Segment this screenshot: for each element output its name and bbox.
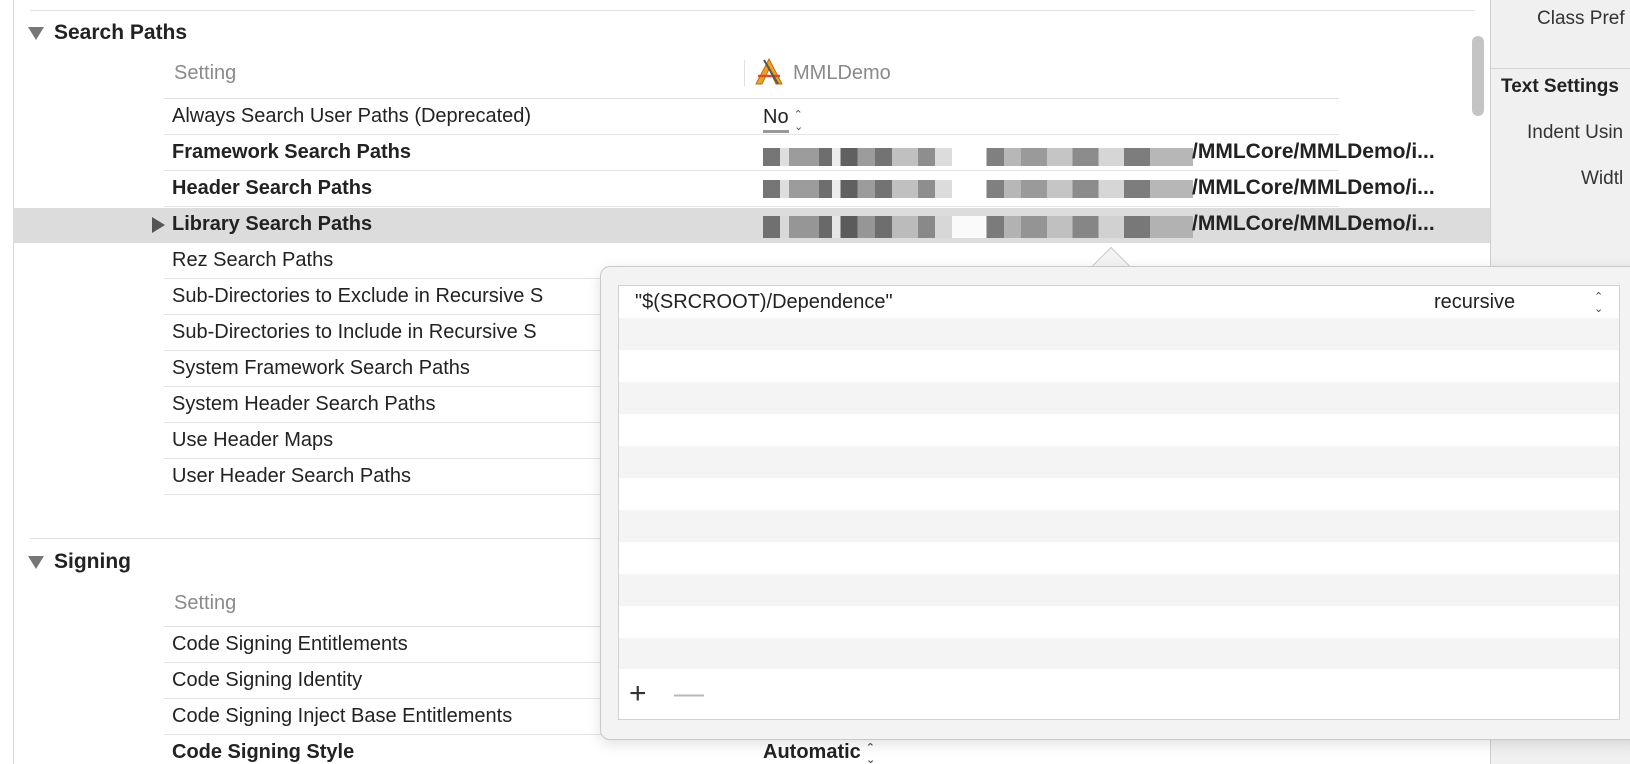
setting-name: Sub-Directories to Exclude in Recursive … (172, 285, 544, 307)
table-row (619, 382, 1619, 414)
popover-arrow (1089, 244, 1133, 268)
class-prefix-label: Class Pref (1537, 8, 1625, 29)
width-label: Widtl (1581, 168, 1624, 189)
remove-path-button[interactable]: — (674, 677, 704, 711)
row-separator (164, 134, 1339, 135)
setting-name: Code Signing Identity (172, 669, 363, 691)
library-search-paths-popover: "$(SRCROOT)/Dependence" recursive ⌃ ⌃ + — (600, 266, 1630, 740)
triangle-down-icon[interactable] (28, 555, 44, 569)
code-signing-style-popup[interactable]: Automatic ⌃ ⌃ (763, 741, 875, 764)
up-down-chevron-icon[interactable]: ⌃ ⌃ (1594, 292, 1603, 314)
setting-name: User Header Search Paths (172, 465, 412, 487)
framework-search-paths-value[interactable]: /MMLCore/MMLDemo/i... (1192, 140, 1435, 164)
setting-name: Sub-Directories to Include in Recursive … (172, 321, 537, 343)
library-search-paths-value[interactable]: /MMLCore/MMLDemo/i... (1192, 212, 1435, 236)
redacted-path-blur (763, 148, 1193, 166)
section-header-signing[interactable]: Signing (28, 550, 131, 574)
triangle-down-icon[interactable] (28, 26, 44, 40)
header-search-paths-value[interactable]: /MMLCore/MMLDemo/i... (1192, 176, 1435, 200)
column-header-setting[interactable]: Setting (174, 62, 236, 85)
table-row (619, 414, 1619, 446)
setting-name: Rez Search Paths (172, 249, 334, 271)
left-border (13, 0, 14, 764)
setting-name: Code Signing Entitlements (172, 633, 408, 655)
up-down-chevron-icon: ⌃ ⌃ (793, 108, 803, 131)
table-row (619, 318, 1619, 350)
always-search-value-popup[interactable]: No ⌃ ⌃ (763, 106, 803, 133)
redacted-path-blur (763, 216, 1193, 238)
top-divider (30, 10, 1475, 11)
setting-name: Code Signing Style (172, 741, 355, 763)
search-paths-table[interactable]: "$(SRCROOT)/Dependence" recursive ⌃ ⌃ (618, 285, 1620, 671)
table-row (619, 574, 1619, 606)
table-row (619, 542, 1619, 574)
header-rule (164, 98, 1339, 99)
section-title: Signing (54, 550, 131, 573)
popup-value-text: No (763, 106, 789, 133)
vertical-scrollbar-thumb[interactable] (1472, 36, 1484, 116)
setting-name: System Header Search Paths (172, 393, 436, 415)
up-down-chevron-icon: ⌃ ⌃ (865, 741, 876, 764)
recursion-mode-popup[interactable]: recursive (1434, 291, 1515, 314)
add-path-button[interactable]: + (629, 677, 647, 711)
table-row (619, 478, 1619, 510)
setting-name: Library Search Paths (172, 213, 373, 235)
redacted-path-blur (763, 180, 1193, 198)
indent-using-label: Indent Usin (1527, 122, 1624, 143)
setting-name: Use Header Maps (172, 429, 334, 451)
table-row[interactable]: "$(SRCROOT)/Dependence" recursive ⌃ ⌃ (619, 286, 1619, 318)
text-settings-title: Text Settings (1501, 76, 1619, 97)
column-divider (744, 60, 745, 86)
setting-name: Framework Search Paths (172, 141, 411, 163)
setting-name: Always Search User Paths (Deprecated) (172, 105, 532, 127)
setting-name: Header Search Paths (172, 177, 373, 199)
setting-name: Code Signing Inject Base Entitlements (172, 705, 513, 727)
column-header-target[interactable]: MMLDemo (793, 62, 891, 85)
row-separator (164, 170, 1339, 171)
setting-name: System Framework Search Paths (172, 357, 470, 379)
column-header-setting[interactable]: Setting (174, 592, 236, 615)
table-row (619, 638, 1619, 670)
row-separator (164, 206, 1339, 207)
table-footer: + — (618, 669, 1620, 720)
section-title: Search Paths (54, 21, 188, 44)
section-header-search-paths[interactable]: Search Paths (28, 21, 187, 45)
xcode-app-icon (755, 57, 783, 85)
table-row (619, 606, 1619, 638)
triangle-right-icon[interactable] (152, 217, 165, 233)
setting-row-always-search-user-paths[interactable]: Always Search User Paths (Deprecated) (164, 100, 1490, 135)
table-row (619, 446, 1619, 478)
popup-value-text: Automatic (763, 741, 861, 763)
path-value[interactable]: "$(SRCROOT)/Dependence" (635, 291, 893, 314)
table-row (619, 350, 1619, 382)
table-row (619, 510, 1619, 542)
inspector-divider (1491, 68, 1630, 69)
